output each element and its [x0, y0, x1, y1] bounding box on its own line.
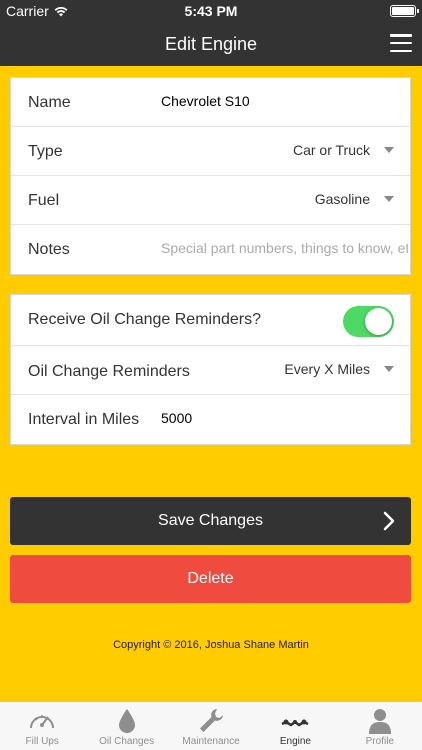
receive-reminders-toggle[interactable]	[343, 306, 394, 337]
status-bar: Carrier 5:43 PM	[0, 0, 422, 22]
receive-reminders-row: Receive Oil Change Reminders?	[11, 295, 410, 346]
fuel-select[interactable]: Gasoline	[315, 191, 394, 207]
oil-reminder-card: Receive Oil Change Reminders? Oil Change…	[10, 294, 411, 445]
interval-label: Interval in Miles	[28, 411, 140, 428]
tab-oil-changes[interactable]: Oil Changes	[84, 702, 168, 750]
receive-reminders-label: Receive Oil Change Reminders?	[28, 311, 261, 328]
tab-engine[interactable]: Engine	[253, 702, 337, 750]
engine-details-card: Name Chevrolet S10 Type Car or Truck Fue…	[10, 77, 411, 275]
gauge-icon	[30, 715, 55, 729]
hamburger-menu-icon[interactable]	[390, 34, 412, 52]
tab-label: Maintenance	[182, 736, 240, 747]
engine-icon	[281, 719, 309, 727]
tab-label: Profile	[365, 736, 394, 747]
delete-button[interactable]: Delete	[10, 555, 411, 603]
name-label: Name	[28, 94, 71, 111]
save-changes-label: Save Changes	[158, 512, 263, 529]
navigation-bar: Edit Engine	[0, 22, 422, 66]
chevron-down-icon	[384, 147, 394, 153]
tab-fill-ups[interactable]: Fill Ups	[0, 702, 84, 750]
interval-input[interactable]: 5000	[161, 410, 192, 426]
type-select[interactable]: Car or Truck	[293, 142, 394, 158]
name-row[interactable]: Name Chevrolet S10	[11, 78, 410, 127]
delete-label: Delete	[187, 570, 234, 587]
fuel-row[interactable]: Fuel Gasoline	[11, 176, 410, 225]
tab-maintenance[interactable]: Maintenance	[169, 702, 253, 750]
type-value: Car or Truck	[292, 142, 370, 158]
type-row[interactable]: Type Car or Truck	[11, 127, 410, 176]
chevron-down-icon	[384, 366, 394, 372]
page-title: Edit Engine	[164, 34, 258, 54]
notes-input[interactable]: Special part numbers, things to know, et…	[161, 240, 408, 256]
tab-label: Oil Changes	[99, 736, 155, 747]
reminder-type-value: Every X Miles	[284, 361, 370, 377]
fuel-value: Gasoline	[314, 191, 370, 207]
copyright-text: Copyright © 2016, Joshua Shane Martin	[113, 639, 309, 651]
chevron-right-icon	[383, 511, 395, 531]
tab-bar: Fill Ups Oil Changes Maintenance Engine …	[0, 701, 422, 750]
battery-icon	[390, 5, 419, 17]
tab-profile[interactable]: Profile	[338, 702, 422, 750]
tab-label: Fill Ups	[25, 736, 59, 747]
reminder-type-select[interactable]: Every X Miles	[284, 361, 394, 377]
type-label: Type	[28, 143, 63, 160]
notes-label: Notes	[28, 241, 70, 258]
save-changes-button[interactable]: Save Changes	[10, 497, 411, 545]
wrench-icon	[200, 709, 224, 732]
notes-row[interactable]: Notes Special part numbers, things to kn…	[11, 225, 410, 274]
name-input[interactable]: Chevrolet S10	[161, 93, 250, 109]
clock: 5:43 PM	[184, 3, 238, 19]
reminder-type-row[interactable]: Oil Change Reminders Every X Miles	[11, 346, 410, 395]
reminder-type-label: Oil Change Reminders	[28, 363, 190, 380]
chevron-down-icon	[384, 196, 394, 202]
interval-row[interactable]: Interval in Miles 5000	[11, 395, 410, 444]
person-icon	[368, 709, 391, 734]
tab-label: Engine	[279, 736, 311, 747]
oil-drop-icon	[118, 709, 135, 733]
fuel-label: Fuel	[28, 192, 60, 209]
